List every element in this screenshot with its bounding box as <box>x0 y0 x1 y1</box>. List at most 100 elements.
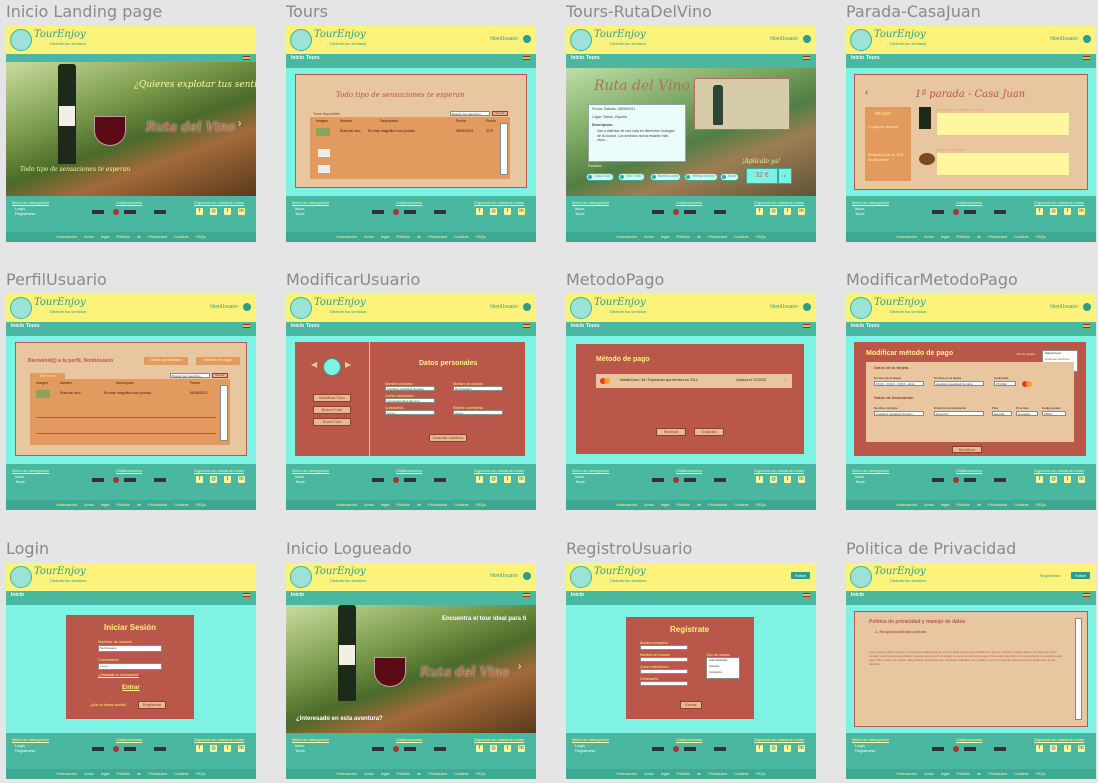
nombre-tarjeta-input[interactable]: Apellido1 Apellido2 Nombre <box>934 381 984 386</box>
username[interactable]: NomUsuario <box>210 304 238 310</box>
facebook-icon[interactable]: f <box>756 476 763 483</box>
perfil-search-button[interactable]: Buscar <box>212 373 228 378</box>
nav-inicio[interactable]: Inicio <box>571 323 584 329</box>
dropdown-option[interactable]: American Express <box>1045 357 1069 362</box>
stop-pill[interactable]: Buenas uvas <box>650 173 682 181</box>
enviar-button[interactable]: Enviar <box>680 701 702 709</box>
nombre-usuario-input[interactable] <box>640 657 688 662</box>
nav-inicio[interactable]: Inicio <box>851 323 864 329</box>
user-icon[interactable] <box>803 303 811 311</box>
nombre-completo-input[interactable]: Apellido1 Apellido2 Nombre <box>385 386 435 391</box>
user-icon[interactable] <box>243 303 251 311</box>
numero-tarjeta-input[interactable]: XXXX - XXXX - XXXX - 2314 <box>874 381 924 386</box>
scrollbar[interactable] <box>500 123 508 175</box>
logo-icon[interactable] <box>570 29 592 51</box>
tours-tab[interactable]: Tours disponibles <box>313 112 340 116</box>
logo-icon[interactable] <box>570 297 592 319</box>
nav-tours[interactable]: Tours <box>866 323 880 329</box>
nav-tours[interactable]: Tours <box>306 323 320 329</box>
username[interactable]: NomUsuario <box>1050 36 1078 42</box>
twitter-icon[interactable]: t <box>504 476 511 483</box>
footer-tours[interactable]: Tours <box>295 211 305 216</box>
entrar-button[interactable]: Entrar <box>1071 572 1090 579</box>
spain-flag-icon[interactable] <box>243 324 250 328</box>
facebook-icon[interactable]: f <box>756 745 763 752</box>
linkedin-icon[interactable]: in <box>518 745 525 752</box>
repetir-contrasena-input[interactable]: •••••••• <box>453 410 503 415</box>
caducidad-input[interactable]: 07/2022 <box>994 381 1016 386</box>
spain-flag-icon[interactable] <box>1083 593 1090 597</box>
spain-flag-icon[interactable] <box>803 324 810 328</box>
legal-links[interactable]: Información Aviso legal Política de Priv… <box>6 769 256 779</box>
instagram-icon[interactable]: ◎ <box>490 476 497 483</box>
nav-inicio[interactable]: Inicio <box>851 592 864 598</box>
logo-icon[interactable] <box>850 29 872 51</box>
back-arrow-icon[interactable]: ‹ <box>865 87 868 98</box>
legal-links[interactable]: Información Aviso legal Política de Priv… <box>566 232 816 242</box>
linkedin-icon[interactable]: in <box>1078 476 1085 483</box>
footer-tours[interactable]: Tours <box>855 479 865 484</box>
footer-tours[interactable]: Tours <box>575 479 585 484</box>
dropdown-option[interactable]: MasterCard <box>1045 351 1061 356</box>
nav-inicio[interactable]: Inicio <box>571 55 584 61</box>
nav-inicio[interactable]: Inicio <box>571 592 584 598</box>
codigo-postal-input[interactable]: 18014 <box>1042 411 1066 416</box>
nav-inicio[interactable]: Inicio <box>851 55 864 61</box>
twitter-icon[interactable]: t <box>1064 476 1071 483</box>
provincia-input[interactable]: Granada <box>1016 411 1038 416</box>
user-icon[interactable] <box>1083 35 1091 43</box>
next-avatar-icon[interactable]: ▶ <box>345 360 351 369</box>
spain-flag-icon[interactable] <box>803 593 810 597</box>
prev-avatar-icon[interactable]: ◀ <box>311 360 317 369</box>
nav-inicio[interactable]: Inicio <box>11 323 24 329</box>
user-icon[interactable] <box>803 35 811 43</box>
next-arrow-icon[interactable]: › <box>238 118 241 129</box>
footer-register[interactable]: Registrarse <box>15 211 35 216</box>
spain-flag-icon[interactable] <box>1083 324 1090 328</box>
facebook-icon[interactable]: f <box>476 476 483 483</box>
tours-search-button[interactable]: Buscar <box>492 111 508 116</box>
instagram-icon[interactable]: ◎ <box>770 476 777 483</box>
legal-links[interactable]: Información Aviso legal Política de Priv… <box>286 769 536 779</box>
twitter-icon[interactable]: t <box>1064 745 1071 752</box>
footer-register[interactable]: Registrarse <box>15 748 35 753</box>
twitter-icon[interactable]: t <box>784 476 791 483</box>
username[interactable]: NomUsuario <box>770 304 798 310</box>
linkedin-icon[interactable]: in <box>798 476 805 483</box>
instagram-icon[interactable]: ◎ <box>1050 476 1057 483</box>
logo-icon[interactable] <box>850 566 872 588</box>
correo-input[interactable] <box>640 669 688 674</box>
nav-inicio[interactable]: Inicio <box>291 592 304 598</box>
nav-inicio[interactable]: Inicio <box>11 592 24 598</box>
legal-links[interactable]: Información Aviso legal Política de Priv… <box>286 500 536 510</box>
footer-tours[interactable]: Tours <box>295 748 305 753</box>
linkedin-icon[interactable]: in <box>1078 208 1085 215</box>
logo-icon[interactable] <box>10 566 32 588</box>
select-option[interactable]: Administrador <box>709 658 728 663</box>
spain-flag-icon[interactable] <box>523 593 530 597</box>
guardar-cambios-button[interactable]: Guardar cambios <box>429 434 467 442</box>
subir-foto-button[interactable]: Subir Foto <box>313 418 351 426</box>
user-icon[interactable] <box>523 303 531 311</box>
legal-links[interactable]: Información Aviso legal Política de Priv… <box>286 232 536 242</box>
twitter-icon[interactable]: t <box>224 745 231 752</box>
modificar-foto-button[interactable]: Modificar Foto <box>313 394 351 402</box>
footer-register[interactable]: Registrarse <box>855 748 875 753</box>
spain-flag-icon[interactable] <box>243 56 250 60</box>
footer-tours[interactable]: Tours <box>575 211 585 216</box>
legal-links[interactable]: Información Aviso legal Política de Priv… <box>846 500 1096 510</box>
spain-flag-icon[interactable] <box>1083 56 1090 60</box>
facebook-icon[interactable]: f <box>756 208 763 215</box>
facebook-icon[interactable]: f <box>1036 476 1043 483</box>
linkedin-icon[interactable]: in <box>238 476 245 483</box>
row-nombre[interactable]: Ruta del vino <box>60 389 80 397</box>
stop-pill[interactable]: Mura <box>720 173 739 181</box>
user-icon[interactable] <box>523 572 531 580</box>
entrar-button[interactable]: Entrar <box>791 572 810 579</box>
scrollbar[interactable] <box>220 385 228 441</box>
twitter-icon[interactable]: t <box>1064 208 1071 215</box>
instagram-icon[interactable]: ◎ <box>1050 745 1057 752</box>
entrar-link[interactable]: Entrar <box>122 685 140 691</box>
footer-tours[interactable]: Tours <box>15 479 25 484</box>
facebook-icon[interactable]: f <box>1036 745 1043 752</box>
